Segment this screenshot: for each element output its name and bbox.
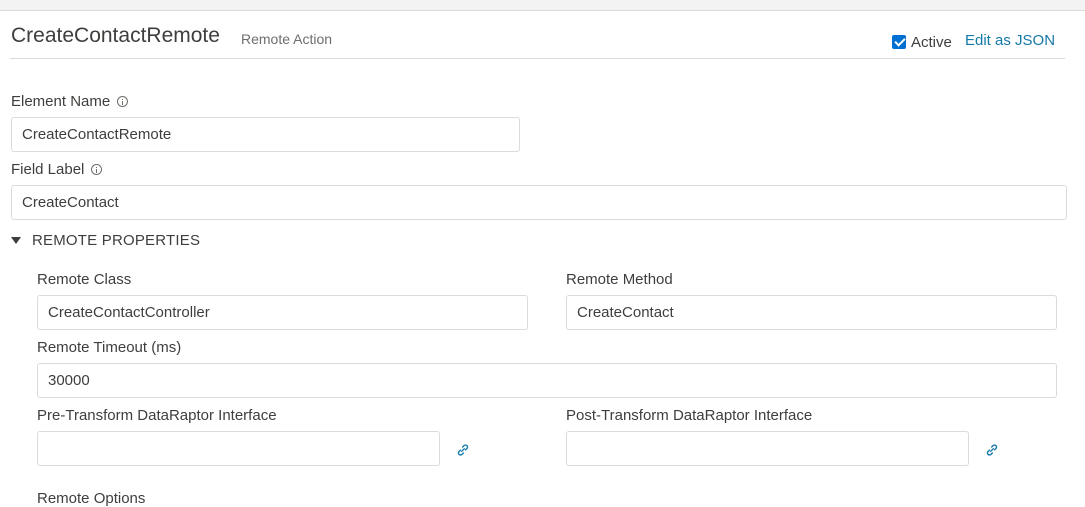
remote-options-label-partial: Remote Options: [37, 490, 146, 507]
active-label: Active: [911, 34, 952, 51]
remote-class-label: Remote Class: [37, 271, 132, 288]
triangle-down-icon: [11, 237, 21, 244]
info-icon[interactable]: [91, 164, 103, 175]
top-toolbar-strip: [0, 0, 1085, 11]
info-icon[interactable]: [117, 96, 129, 107]
remote-timeout-input[interactable]: 30000: [37, 363, 1057, 398]
element-name-label-row: Element Name: [11, 93, 129, 110]
checkbox-checked-icon[interactable]: [892, 34, 906, 49]
field-label-input[interactable]: CreateContact: [11, 185, 1067, 220]
post-transform-label: Post-Transform DataRaptor Interface: [566, 407, 813, 424]
header-divider: [10, 58, 1065, 59]
remote-class-input[interactable]: CreateContactController: [37, 295, 528, 330]
element-name-label: Element Name: [11, 93, 111, 110]
pre-transform-label: Pre-Transform DataRaptor Interface: [37, 407, 277, 424]
field-label-label: Field Label: [11, 161, 85, 178]
field-label-label-row: Field Label: [11, 161, 103, 178]
page-title: CreateContactRemote: [11, 24, 220, 47]
link-icon[interactable]: [985, 443, 999, 457]
remote-properties-section-toggle[interactable]: REMOTE PROPERTIES: [11, 232, 200, 249]
active-toggle[interactable]: Active: [892, 33, 952, 51]
element-name-input[interactable]: CreateContactRemote: [11, 117, 520, 152]
post-transform-input[interactable]: [566, 431, 969, 466]
remote-method-label: Remote Method: [566, 271, 673, 288]
edit-as-json-link[interactable]: Edit as JSON: [965, 32, 1055, 49]
remote-method-input[interactable]: CreateContact: [566, 295, 1057, 330]
remote-timeout-label: Remote Timeout (ms): [37, 339, 182, 356]
remote-properties-title: REMOTE PROPERTIES: [32, 232, 201, 249]
pre-transform-input[interactable]: [37, 431, 440, 466]
link-icon[interactable]: [456, 443, 470, 457]
element-type-subtitle: Remote Action: [241, 31, 333, 47]
